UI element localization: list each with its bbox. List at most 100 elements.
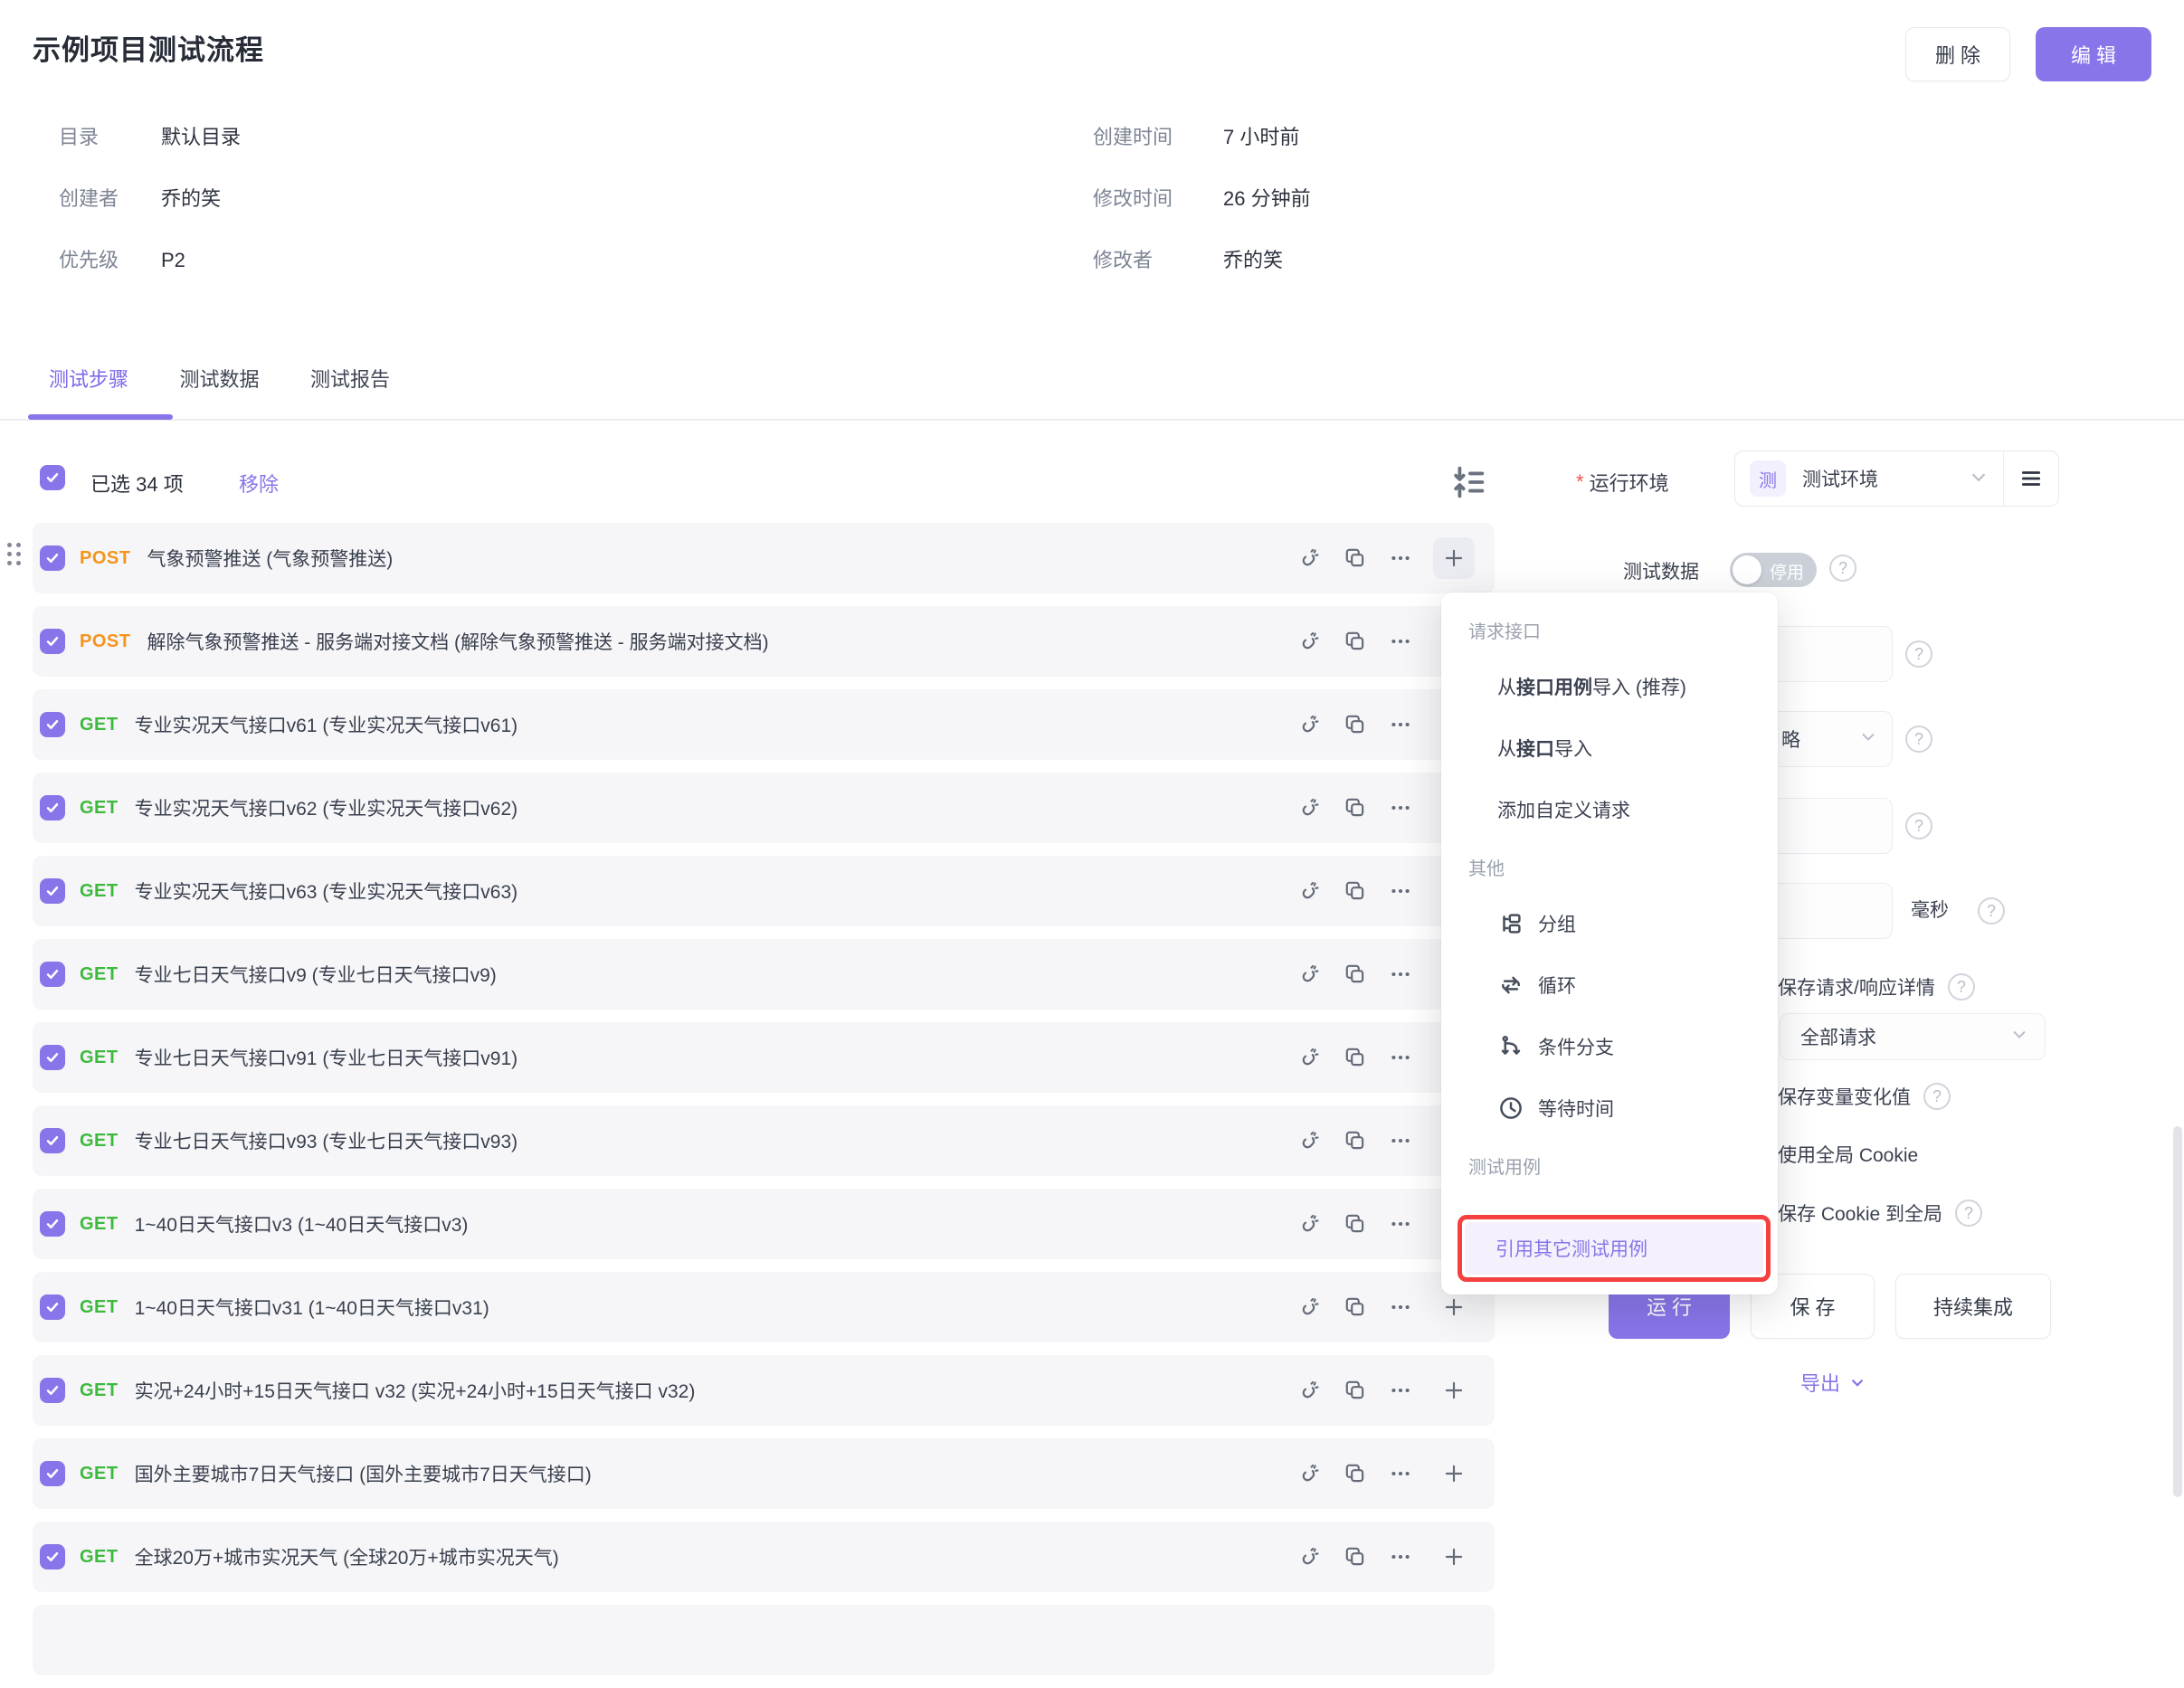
more-icon[interactable] <box>1388 1128 1413 1153</box>
tab-test-report[interactable]: 测试报告 <box>294 364 406 393</box>
menu-item-ref-other-testcase[interactable]: 引用其它测试用例 <box>1465 1222 1763 1275</box>
test-step-row[interactable]: GET 专业七日天气接口v93 (专业七日天气接口v93) <box>33 1105 1495 1176</box>
menu-item-loop[interactable]: 循环 <box>1441 954 1778 1016</box>
unlink-icon[interactable] <box>1297 1045 1323 1070</box>
delete-button[interactable]: 删 除 <box>1905 27 2010 81</box>
more-icon[interactable] <box>1388 629 1413 654</box>
more-icon[interactable] <box>1388 712 1413 737</box>
more-icon[interactable] <box>1388 1378 1413 1403</box>
more-icon[interactable] <box>1388 1461 1413 1486</box>
copy-icon[interactable] <box>1343 629 1368 654</box>
test-step-row[interactable]: POST 解除气象预警推送 - 服务端对接文档 (解除气象预警推送 - 服务端对… <box>33 606 1495 677</box>
more-icon[interactable] <box>1388 545 1413 571</box>
more-icon[interactable] <box>1388 1294 1413 1320</box>
environment-select[interactable]: 测 测试环境 <box>1734 450 2059 507</box>
help-icon[interactable]: ? <box>1829 555 1856 582</box>
unlink-icon[interactable] <box>1297 1294 1323 1320</box>
copy-icon[interactable] <box>1343 962 1368 987</box>
menu-item-condition-branch[interactable]: 条件分支 <box>1441 1016 1778 1077</box>
more-icon[interactable] <box>1388 1544 1413 1569</box>
env-manage-button[interactable] <box>2003 451 2058 506</box>
unlink-icon[interactable] <box>1297 962 1323 987</box>
step-checkbox[interactable] <box>40 1461 65 1486</box>
unlink-icon[interactable] <box>1297 878 1323 904</box>
more-icon[interactable] <box>1388 878 1413 904</box>
copy-icon[interactable] <box>1343 1211 1368 1237</box>
test-step-row[interactable]: GET 实况+24小时+15日天气接口 v32 (实况+24小时+15日天气接口… <box>33 1355 1495 1426</box>
test-step-row[interactable]: GET 1~40日天气接口v3 (1~40日天气接口v3) <box>33 1189 1495 1259</box>
export-link[interactable]: 导出 <box>1800 1368 1867 1397</box>
help-icon[interactable]: ? <box>1905 812 1932 839</box>
test-step-row[interactable]: GET 国外主要城市7日天气接口 (国外主要城市7日天气接口) <box>33 1438 1495 1509</box>
help-icon[interactable]: ? <box>1955 1200 1982 1227</box>
save-detail-select[interactable]: 全部请求 <box>1780 1013 2046 1060</box>
test-step-row[interactable]: GET 专业实况天气接口v63 (专业实况天气接口v63) <box>33 856 1495 926</box>
unlink-icon[interactable] <box>1297 795 1323 820</box>
help-icon[interactable]: ? <box>1948 973 1975 1000</box>
collapse-rows-icon[interactable] <box>1448 461 1489 503</box>
help-icon[interactable]: ? <box>1905 640 1932 668</box>
copy-icon[interactable] <box>1343 1294 1368 1320</box>
copy-icon[interactable] <box>1343 1544 1368 1569</box>
test-data-toggle[interactable]: 停用 <box>1730 553 1817 587</box>
step-checkbox[interactable] <box>40 1211 65 1237</box>
step-checkbox[interactable] <box>40 1128 65 1153</box>
unlink-icon[interactable] <box>1297 1211 1323 1237</box>
more-icon[interactable] <box>1388 1045 1413 1070</box>
ci-button[interactable]: 持续集成 <box>1895 1274 2051 1339</box>
tab-test-steps[interactable]: 测试步骤 <box>33 364 145 393</box>
step-checkbox[interactable] <box>40 629 65 654</box>
strategy-select[interactable]: 略 <box>1764 711 1893 767</box>
scrollbar-thumb[interactable] <box>2173 1126 2182 1497</box>
menu-item-import-from-api[interactable]: 从接口导入 <box>1441 717 1778 779</box>
tab-test-data[interactable]: 测试数据 <box>163 364 275 393</box>
menu-item-wait-time[interactable]: 等待时间 <box>1441 1077 1778 1139</box>
unlink-icon[interactable] <box>1297 712 1323 737</box>
edit-button[interactable]: 编 辑 <box>2036 27 2151 81</box>
more-icon[interactable] <box>1388 962 1413 987</box>
remove-selected-link[interactable]: 移除 <box>239 469 279 498</box>
help-icon[interactable]: ? <box>1978 897 2005 925</box>
copy-icon[interactable] <box>1343 1461 1368 1486</box>
unlink-icon[interactable] <box>1297 629 1323 654</box>
step-checkbox[interactable] <box>40 545 65 571</box>
test-step-row[interactable]: POST 气象预警推送 (气象预警推送) <box>33 523 1495 593</box>
add-step-button[interactable] <box>1433 1536 1475 1578</box>
step-checkbox[interactable] <box>40 878 65 904</box>
menu-item-add-custom-request[interactable]: 添加自定义请求 <box>1441 779 1778 840</box>
test-step-row[interactable]: GET 1~40日天气接口v31 (1~40日天气接口v31) <box>33 1272 1495 1342</box>
copy-icon[interactable] <box>1343 1378 1368 1403</box>
step-checkbox[interactable] <box>40 1544 65 1569</box>
test-step-row[interactable] <box>33 1605 1495 1675</box>
step-checkbox[interactable] <box>40 962 65 987</box>
unlink-icon[interactable] <box>1297 1128 1323 1153</box>
more-icon[interactable] <box>1388 1211 1413 1237</box>
copy-icon[interactable] <box>1343 795 1368 820</box>
copy-icon[interactable] <box>1343 1128 1368 1153</box>
test-step-row[interactable]: GET 专业实况天气接口v62 (专业实况天气接口v62) <box>33 773 1495 843</box>
add-step-button[interactable] <box>1433 1370 1475 1411</box>
copy-icon[interactable] <box>1343 878 1368 904</box>
step-checkbox[interactable] <box>40 1378 65 1403</box>
test-step-row[interactable]: GET 专业七日天气接口v91 (专业七日天气接口v91) <box>33 1022 1495 1093</box>
unlink-icon[interactable] <box>1297 1378 1323 1403</box>
unlink-icon[interactable] <box>1297 1461 1323 1486</box>
step-checkbox[interactable] <box>40 795 65 820</box>
test-step-row[interactable]: GET 专业实况天气接口v61 (专业实况天气接口v61) <box>33 689 1495 760</box>
drag-handle-icon[interactable] <box>7 543 21 565</box>
help-icon[interactable]: ? <box>1923 1083 1951 1110</box>
more-icon[interactable] <box>1388 795 1413 820</box>
help-icon[interactable]: ? <box>1905 725 1932 753</box>
select-all-checkbox[interactable] <box>40 465 65 490</box>
test-step-row[interactable]: GET 专业七日天气接口v9 (专业七日天气接口v9) <box>33 939 1495 1010</box>
menu-item-group[interactable]: 分组 <box>1441 893 1778 954</box>
copy-icon[interactable] <box>1343 545 1368 571</box>
step-checkbox[interactable] <box>40 1294 65 1320</box>
copy-icon[interactable] <box>1343 712 1368 737</box>
copy-icon[interactable] <box>1343 1045 1368 1070</box>
step-checkbox[interactable] <box>40 712 65 737</box>
menu-item-import-from-case[interactable]: 从接口用例导入 (推荐) <box>1441 656 1778 717</box>
unlink-icon[interactable] <box>1297 545 1323 571</box>
add-step-button[interactable] <box>1433 537 1475 579</box>
unlink-icon[interactable] <box>1297 1544 1323 1569</box>
